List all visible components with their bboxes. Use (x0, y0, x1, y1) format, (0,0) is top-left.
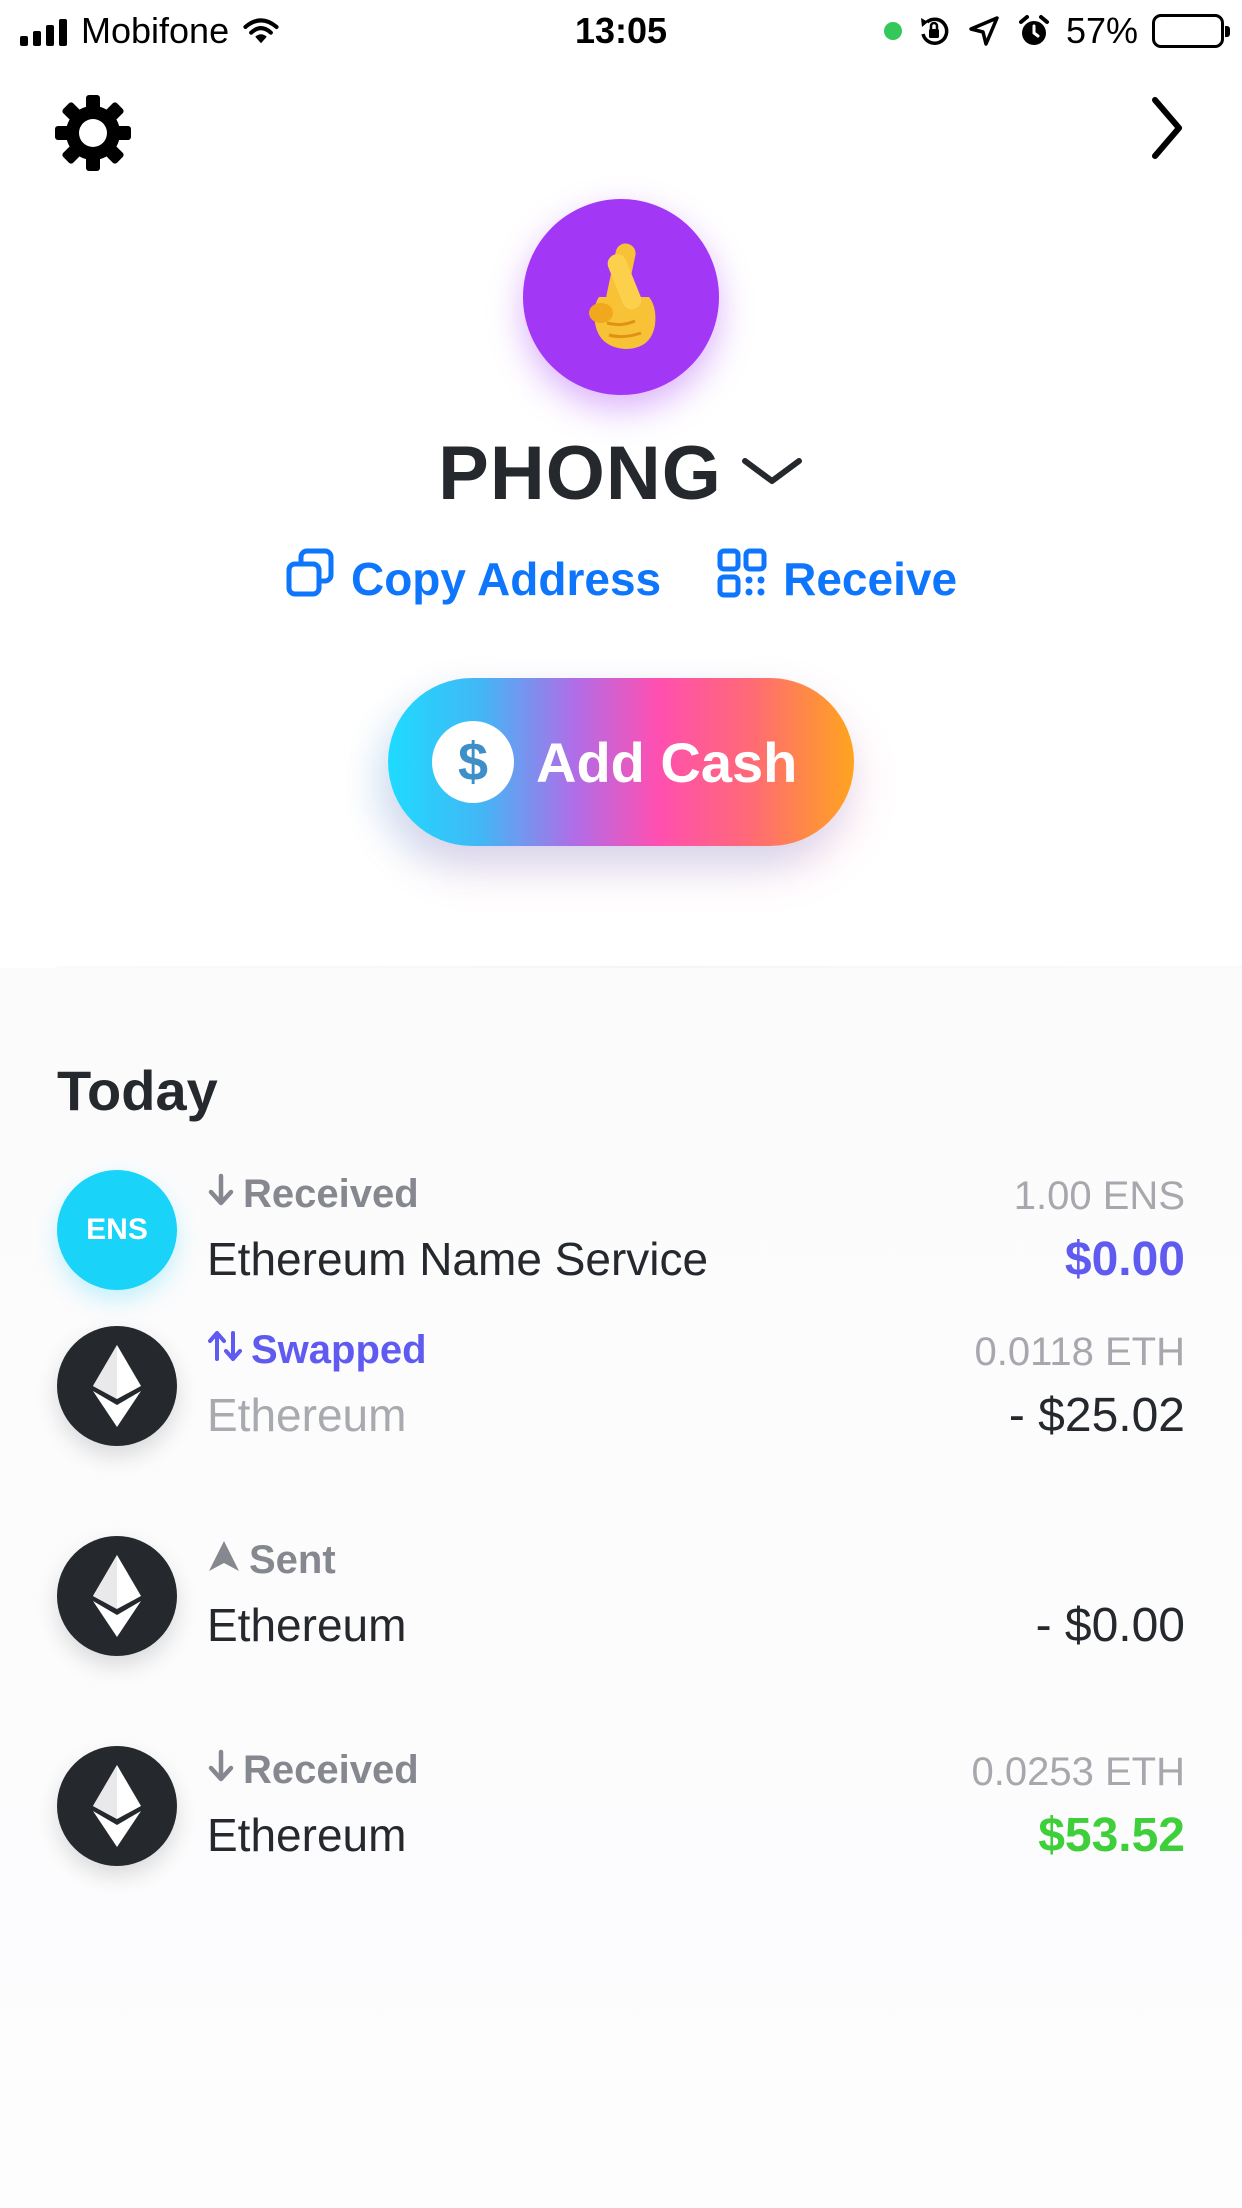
transaction-asset-name: Ethereum (207, 1809, 407, 1861)
status-left: Mobifone (20, 10, 279, 52)
transaction-status-label: Swapped (251, 1328, 427, 1372)
settings-button[interactable] (50, 92, 136, 178)
rotation-lock-icon (916, 13, 952, 49)
forward-button[interactable] (1132, 90, 1202, 170)
transaction-fiat-value: $53.52 (1038, 1809, 1185, 1862)
gear-icon (53, 93, 133, 178)
transaction-fiat-value: $0.00 (1064, 1233, 1185, 1286)
transaction-fiat-value: - $0.00 (1035, 1599, 1185, 1652)
receive-button[interactable]: Receive (717, 548, 957, 609)
transaction-status-label: Received (243, 1748, 419, 1792)
transaction-status: Received (207, 1748, 419, 1793)
ens-token-icon: ENS (57, 1170, 177, 1290)
transaction-token-amount: 0.0253 ETH (971, 1750, 1185, 1794)
chevron-right-icon (1149, 95, 1185, 166)
eth-icon (57, 1536, 177, 1656)
wifi-icon (243, 13, 279, 49)
add-cash-label: Add Cash (536, 730, 798, 794)
sent-arrow-icon (207, 1538, 241, 1583)
transaction-row[interactable]: ENS Received Ethereum Name Service 1.00 … (57, 1170, 1185, 1310)
avatar[interactable] (523, 199, 719, 395)
copy-address-button[interactable]: Copy Address (285, 548, 661, 609)
address-actions: Copy Address Receive (0, 548, 1242, 609)
crossed-fingers-icon (571, 235, 671, 360)
transaction-status: Swapped (207, 1328, 427, 1373)
battery-icon (1152, 14, 1230, 48)
signal-icon (20, 16, 67, 46)
location-icon (966, 13, 1002, 49)
transaction-row[interactable]: Swapped Ethereum 0.0118 ETH - $25.02 (57, 1326, 1185, 1466)
copy-address-label: Copy Address (350, 552, 662, 605)
transaction-asset-name: Ethereum (207, 1389, 407, 1441)
transaction-status: Sent (207, 1538, 336, 1583)
transaction-token-amount: 0.0118 ETH (974, 1330, 1186, 1374)
transaction-asset-name: Ethereum Name Service (207, 1233, 709, 1285)
receive-label: Receive (783, 552, 958, 605)
battery-percent: 57% (1065, 10, 1138, 51)
alarm-icon (1016, 13, 1052, 49)
dollar-coin-icon: $ (432, 721, 514, 803)
camera-indicator-icon (883, 22, 902, 40)
wallet-screen: Mobifone 13:05 57% PHONG Copy Address Re… (0, 0, 1242, 2208)
wallet-name-selector[interactable]: PHONG (0, 430, 1242, 517)
transaction-status: Received (207, 1172, 419, 1217)
transaction-row[interactable]: Received Ethereum 0.0253 ETH $53.52 (57, 1746, 1185, 1886)
arrow-down-icon (207, 1172, 235, 1217)
transaction-status-label: Received (243, 1172, 419, 1216)
transaction-status-label: Sent (249, 1538, 336, 1582)
qr-code-icon (717, 548, 767, 609)
transaction-row[interactable]: Sent Ethereum - $0.00 (57, 1536, 1185, 1676)
transaction-token-amount: 1.00 ENS (1013, 1174, 1185, 1218)
copy-icon (285, 548, 335, 609)
eth-icon (57, 1746, 177, 1866)
transaction-asset-name: Ethereum (207, 1599, 407, 1651)
eth-icon (57, 1326, 177, 1446)
status-right: 57% (883, 10, 1230, 52)
chevron-down-icon (740, 453, 804, 494)
add-cash-button[interactable]: $ Add Cash (388, 678, 854, 846)
status-bar: Mobifone 13:05 57% (0, 0, 1242, 62)
section-title-today: Today (57, 1059, 218, 1122)
arrow-down-icon (207, 1748, 235, 1793)
wallet-name: PHONG (438, 431, 722, 516)
swap-icon (207, 1328, 243, 1373)
transaction-fiat-value: - $25.02 (1008, 1389, 1185, 1442)
carrier-name: Mobifone (81, 10, 230, 51)
